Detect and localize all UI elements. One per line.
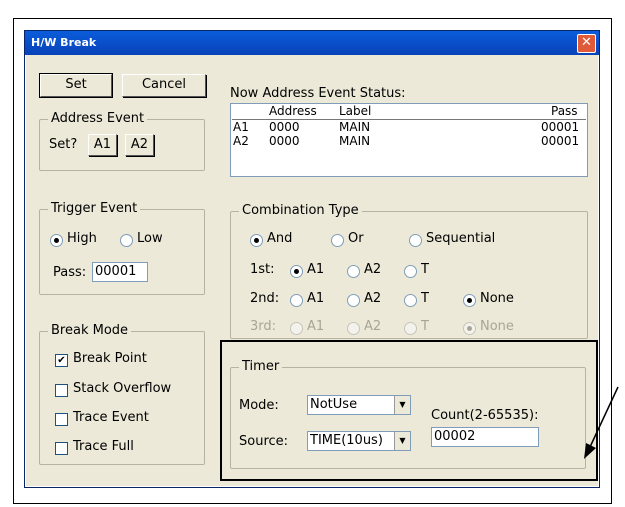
break-mode-group: Break Mode ✔ Break Point Stack Overflow … (39, 323, 205, 465)
a2-button[interactable]: A2 (125, 134, 154, 156)
first-a2-radio[interactable] (347, 265, 360, 278)
row-a1-label: MAIN (339, 120, 371, 134)
annotation-arrow-icon (584, 386, 619, 459)
pass-input[interactable]: 00001 (92, 262, 148, 282)
third-a1-radio (290, 322, 303, 335)
pass-label: Pass: (53, 265, 87, 280)
trace-event-label: Trace Event (73, 410, 149, 425)
break-mode-title: Break Mode (48, 323, 132, 338)
row-a2-id: A2 (233, 134, 249, 148)
row-a1-pass: 00001 (541, 120, 580, 134)
second-a1-radio[interactable] (290, 294, 303, 307)
row-a2-label: MAIN (339, 134, 371, 148)
stack-overflow-checkbox[interactable] (55, 384, 68, 397)
third-none-label: None (480, 319, 514, 334)
second-none-label: None (480, 291, 514, 306)
third-none-radio (463, 322, 476, 335)
first-a1-label: A1 (307, 262, 325, 277)
break-point-label: Break Point (73, 351, 147, 366)
row-a2-pass: 00001 (541, 134, 580, 148)
second-t-radio[interactable] (404, 294, 417, 307)
set-question-label: Set? (49, 137, 78, 152)
timer-highlight-box (220, 340, 598, 481)
first-t-radio[interactable] (404, 265, 417, 278)
address-event-title: Address Event (48, 111, 148, 126)
combination-type-group: Combination Type And Or Sequential 1st: … (230, 203, 588, 339)
third-label: 3rd: (250, 319, 277, 334)
trace-full-checkbox[interactable] (55, 442, 68, 455)
second-a2-label: A2 (364, 291, 382, 306)
combo-and-radio[interactable] (250, 234, 263, 247)
status-list[interactable]: Address Label Pass A1 0000 MAIN 00001 A2… (230, 103, 588, 177)
trigger-low-radio[interactable] (120, 234, 133, 247)
row-a1-id: A1 (233, 120, 249, 134)
first-a2-label: A2 (364, 262, 382, 277)
column-label: Label (339, 104, 372, 118)
column-address: Address (269, 104, 317, 118)
combo-sequential-radio[interactable] (409, 234, 422, 247)
trace-event-checkbox[interactable] (55, 413, 68, 426)
column-pass: Pass (551, 104, 578, 118)
close-icon[interactable]: ✕ (577, 34, 596, 53)
combination-type-title: Combination Type (239, 203, 362, 218)
second-label: 2nd: (250, 291, 280, 306)
trigger-high-radio[interactable] (50, 234, 63, 247)
trigger-high-label: High (67, 231, 97, 246)
third-t-radio (404, 322, 417, 335)
address-event-group: Address Event Set? A1 A2 (39, 111, 205, 171)
first-label: 1st: (250, 262, 275, 277)
second-none-radio[interactable] (463, 294, 476, 307)
third-a2-label: A2 (364, 319, 382, 334)
stack-overflow-label: Stack Overflow (73, 381, 172, 396)
status-label: Now Address Event Status: (230, 86, 406, 101)
combo-or-radio[interactable] (331, 234, 344, 247)
row-a2-address: 0000 (269, 134, 300, 148)
combo-and-label: And (267, 231, 293, 246)
trace-full-label: Trace Full (73, 439, 134, 454)
set-button[interactable]: Set (39, 73, 113, 98)
second-a2-radio[interactable] (347, 294, 360, 307)
second-a1-label: A1 (307, 291, 325, 306)
third-a1-label: A1 (307, 319, 325, 334)
third-t-label: T (421, 319, 429, 334)
second-t-label: T (421, 291, 429, 306)
row-a1-address: 0000 (269, 120, 300, 134)
third-a2-radio (347, 322, 360, 335)
combo-or-label: Or (348, 231, 364, 246)
cancel-button[interactable]: Cancel (122, 74, 206, 97)
break-point-checkbox[interactable]: ✔ (55, 354, 68, 367)
trigger-low-label: Low (137, 231, 163, 246)
combo-sequential-label: Sequential (426, 231, 496, 246)
first-a1-radio[interactable] (290, 265, 303, 278)
a1-button[interactable]: A1 (88, 134, 117, 156)
trigger-event-group: Trigger Event High Low Pass: 00001 (39, 201, 205, 295)
trigger-event-title: Trigger Event (48, 201, 141, 216)
first-t-label: T (421, 262, 429, 277)
window-title: H/W Break (31, 36, 97, 49)
title-bar: H/W Break ✕ (25, 31, 599, 55)
